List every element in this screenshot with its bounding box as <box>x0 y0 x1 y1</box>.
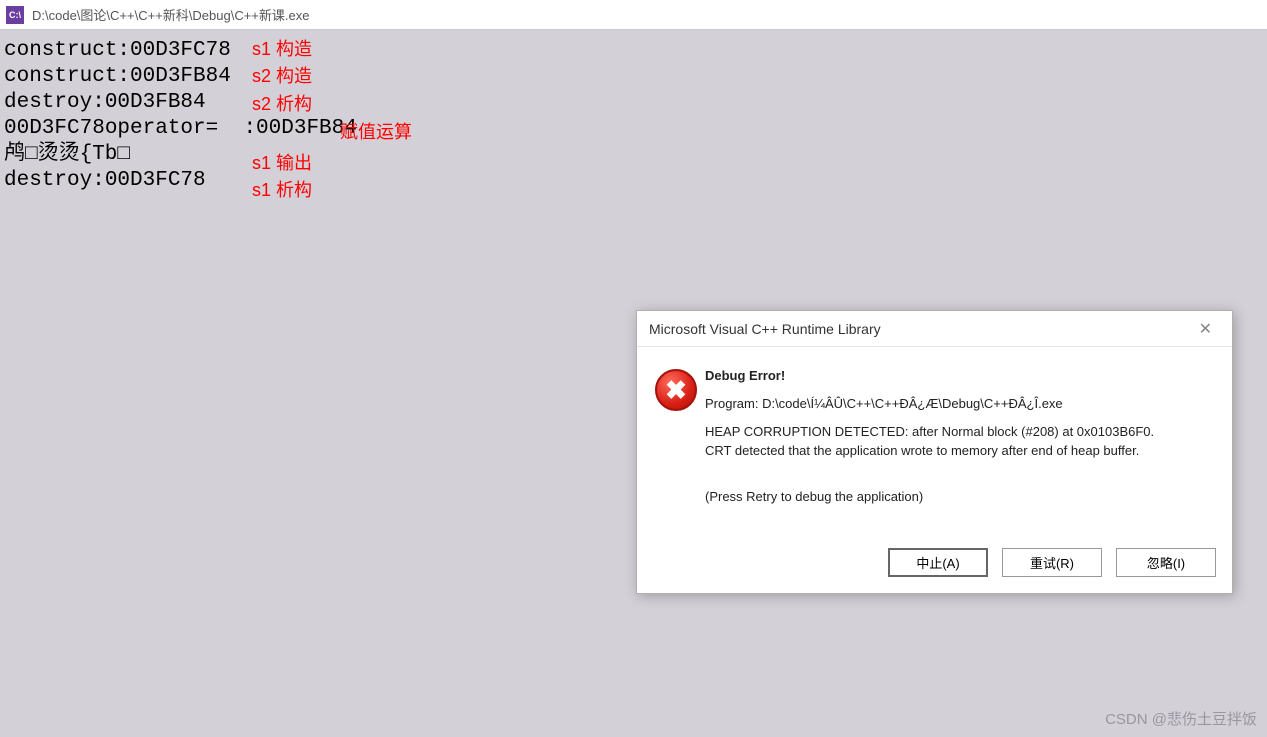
annotation-label: 赋值运算 <box>340 118 412 144</box>
dialog-retry-hint: (Press Retry to debug the application) <box>705 488 1154 506</box>
annotation-label: s1 输出 <box>252 149 312 175</box>
error-x-glyph: ✖ <box>665 377 687 403</box>
annotation-label: s1 析构 <box>252 176 312 202</box>
app-icon-text: C:\ <box>9 10 21 20</box>
dialog-title: Microsoft Visual C++ Runtime Library <box>649 321 881 337</box>
console-line: 00D3FC78operator= :00D3FB84 <box>4 116 1263 142</box>
console-line: destroy:00D3FB84 <box>4 90 1263 116</box>
dialog-titlebar[interactable]: Microsoft Visual C++ Runtime Library ✕ <box>637 311 1232 347</box>
console-titlebar: C:\ D:\code\图论\C++\C++新科\Debug\C++新课.exe <box>0 0 1267 30</box>
dialog-heap-line2: CRT detected that the application wrote … <box>705 443 1139 458</box>
annotation-label: s2 析构 <box>252 90 312 116</box>
console-line: construct:00D3FB84 <box>4 64 1263 90</box>
annotation-label: s2 构造 <box>252 62 312 88</box>
retry-button[interactable]: 重试(R) <box>1002 548 1102 577</box>
dialog-heap-line1: HEAP CORRUPTION DETECTED: after Normal b… <box>705 424 1154 439</box>
console-line: 鸬□烫烫{Tb□ <box>4 142 1263 168</box>
dialog-footer: 中止(A) 重试(R) 忽略(I) <box>637 538 1232 593</box>
error-icon: ✖ <box>655 369 697 411</box>
runtime-error-dialog: Microsoft Visual C++ Runtime Library ✕ ✖… <box>636 310 1233 594</box>
console-output: construct:00D3FC78 construct:00D3FB84 de… <box>0 30 1267 202</box>
watermark: CSDN @悲伤土豆拌饭 <box>1105 708 1257 729</box>
close-icon[interactable]: ✕ <box>1191 317 1220 341</box>
ignore-button[interactable]: 忽略(I) <box>1116 548 1216 577</box>
annotation-label: s1 构造 <box>252 35 312 61</box>
abort-button[interactable]: 中止(A) <box>888 548 988 577</box>
dialog-body: ✖ Debug Error! Program: D:\code\Í¼ÂÛ\C++… <box>637 347 1232 538</box>
dialog-heading: Debug Error! <box>705 367 1154 385</box>
window-title: D:\code\图论\C++\C++新科\Debug\C++新课.exe <box>32 5 309 24</box>
dialog-program-line: Program: D:\code\Í¼ÂÛ\C++\C++ÐÂ¿Æ\Debug\… <box>705 395 1154 413</box>
console-line: destroy:00D3FC78 <box>4 168 1263 194</box>
console-line: construct:00D3FC78 <box>4 38 1263 64</box>
dialog-text: Debug Error! Program: D:\code\Í¼ÂÛ\C++\C… <box>705 367 1154 516</box>
app-icon: C:\ <box>6 6 24 24</box>
